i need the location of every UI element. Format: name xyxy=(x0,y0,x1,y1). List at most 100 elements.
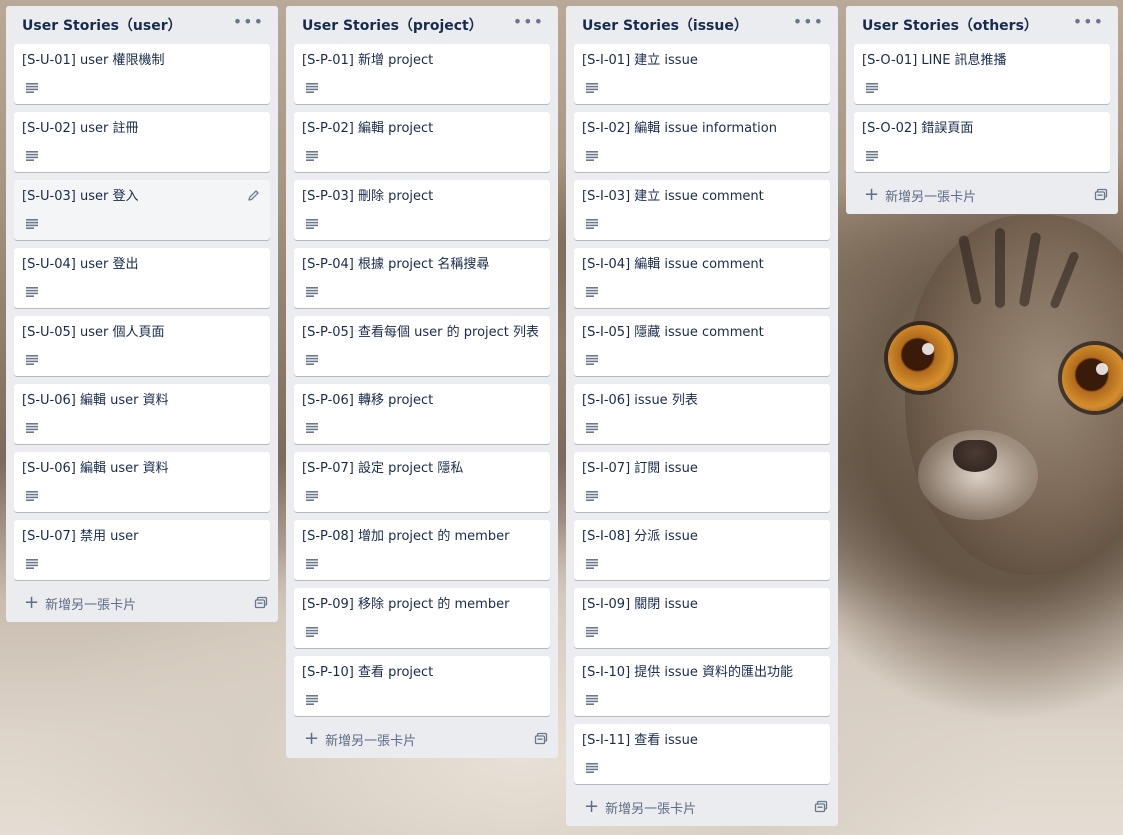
card[interactable]: [S-U-04] user 登出 xyxy=(14,248,270,308)
card[interactable]: [S-U-06] 編輯 user 資料 xyxy=(14,452,270,512)
list-project: User Stories（project） ••• [S-P-01] 新增 proj… xyxy=(286,6,558,758)
card[interactable]: [S-I-11] 查看 issue xyxy=(574,724,830,784)
description-lines-icon xyxy=(586,489,598,501)
description-lines-icon xyxy=(26,149,38,161)
card-title: [S-O-02] 錯誤頁面 xyxy=(862,121,974,136)
description-lines-icon xyxy=(586,149,598,161)
card-title: [S-I-07] 訂閱 issue xyxy=(582,461,698,476)
card[interactable]: [S-U-01] user 權限機制 xyxy=(14,44,270,104)
description-lines-icon xyxy=(306,489,318,501)
card[interactable]: [S-U-02] user 註冊 xyxy=(14,112,270,172)
card[interactable]: [S-P-06] 轉移 project xyxy=(294,384,550,444)
card[interactable]: [S-O-01] LINE 訊息推播 xyxy=(854,44,1110,104)
card-title: [S-P-08] 增加 project 的 member xyxy=(302,529,510,544)
card-title: [S-I-02] 編輯 issue information xyxy=(582,121,777,136)
card[interactable]: [S-I-10] 提供 issue 資料的匯出功能 xyxy=(574,656,830,716)
card[interactable]: [S-U-06] 編輯 user 資料 xyxy=(14,384,270,444)
card[interactable]: [S-P-01] 新增 project xyxy=(294,44,550,104)
card[interactable]: [S-P-10] 查看 project xyxy=(294,656,550,716)
description-lines-icon xyxy=(586,693,598,705)
card[interactable]: [S-I-07] 訂閱 issue xyxy=(574,452,830,512)
list-header: User Stories（project） ••• xyxy=(294,6,550,44)
plus-icon: + xyxy=(864,184,880,205)
card-title: [S-I-11] 查看 issue xyxy=(582,733,698,748)
card[interactable]: [S-P-09] 移除 project 的 member xyxy=(294,588,550,648)
description-lines-icon xyxy=(306,217,318,229)
card[interactable]: [S-P-04] 根據 project 名稱搜尋 xyxy=(294,248,550,308)
add-card-button[interactable]: + 新增另一張卡片 xyxy=(24,594,136,613)
plus-icon: + xyxy=(24,592,40,613)
list-header: User Stories（issue） ••• xyxy=(574,6,830,44)
card[interactable]: [S-I-03] 建立 issue comment xyxy=(574,180,830,240)
card-template-icon[interactable] xyxy=(814,800,828,814)
ellipsis-icon[interactable]: ••• xyxy=(513,14,544,36)
card-title: [S-I-10] 提供 issue 資料的匯出功能 xyxy=(582,665,793,680)
card[interactable]: [S-I-02] 編輯 issue information xyxy=(574,112,830,172)
card[interactable]: [S-I-09] 關閉 issue xyxy=(574,588,830,648)
description-lines-icon xyxy=(306,81,318,93)
cat-stripe xyxy=(957,234,983,306)
card[interactable]: [S-U-03] user 登入 xyxy=(14,180,270,240)
list-title[interactable]: User Stories（issue） xyxy=(582,15,748,35)
description-lines-icon xyxy=(26,217,38,229)
card-template-icon[interactable] xyxy=(534,732,548,746)
cat-stripe xyxy=(995,228,1005,308)
card-title: [S-U-06] 編輯 user 資料 xyxy=(22,393,169,408)
description-lines-icon xyxy=(306,353,318,365)
description-lines-icon xyxy=(26,557,38,569)
card[interactable]: [S-U-05] user 個人頁面 xyxy=(14,316,270,376)
list-title[interactable]: User Stories（user） xyxy=(22,15,182,35)
card-title: [S-I-05] 隱藏 issue comment xyxy=(582,325,764,340)
description-lines-icon xyxy=(26,285,38,297)
description-lines-icon xyxy=(586,285,598,297)
description-lines-icon xyxy=(306,421,318,433)
cat-photo-head xyxy=(905,215,1123,575)
list-footer: + 新增另一張卡片 xyxy=(14,584,270,622)
cat-stripe xyxy=(1049,250,1080,310)
list-title[interactable]: User Stories（project） xyxy=(302,15,483,35)
ellipsis-icon[interactable]: ••• xyxy=(793,14,824,36)
card[interactable]: [S-I-01] 建立 issue xyxy=(574,44,830,104)
ellipsis-icon[interactable]: ••• xyxy=(1073,14,1104,36)
description-lines-icon xyxy=(26,353,38,365)
card[interactable]: [S-I-04] 編輯 issue comment xyxy=(574,248,830,308)
card-title: [S-P-06] 轉移 project xyxy=(302,393,434,408)
card-title: [S-U-01] user 權限機制 xyxy=(22,53,165,68)
add-card-label: 新增另一張卡片 xyxy=(325,733,417,749)
ellipsis-icon[interactable]: ••• xyxy=(233,14,264,36)
description-lines-icon xyxy=(26,81,38,93)
add-card-button[interactable]: + 新增另一張卡片 xyxy=(584,798,696,817)
plus-icon: + xyxy=(584,796,600,817)
card[interactable]: [S-U-07] 禁用 user xyxy=(14,520,270,580)
card-title: [S-P-04] 根據 project 名稱搜尋 xyxy=(302,257,490,272)
card[interactable]: [S-P-07] 設定 project 隱私 xyxy=(294,452,550,512)
card-title: [S-I-03] 建立 issue comment xyxy=(582,189,764,204)
card-title: [S-I-01] 建立 issue xyxy=(582,53,698,68)
card[interactable]: [S-I-05] 隱藏 issue comment xyxy=(574,316,830,376)
description-lines-icon xyxy=(586,217,598,229)
card[interactable]: [S-P-05] 查看每個 user 的 project 列表 xyxy=(294,316,550,376)
card-template-icon[interactable] xyxy=(254,596,268,610)
description-lines-icon xyxy=(586,421,598,433)
card-title: [S-I-09] 關閉 issue xyxy=(582,597,698,612)
card[interactable]: [S-P-02] 編輯 project xyxy=(294,112,550,172)
card[interactable]: [S-I-08] 分派 issue xyxy=(574,520,830,580)
list-footer: + 新增另一張卡片 xyxy=(294,720,550,758)
description-lines-icon xyxy=(306,285,318,297)
card-title: [S-U-04] user 登出 xyxy=(22,257,139,272)
list-others: User Stories（others） ••• [S-O-01] LINE 訊息推… xyxy=(846,6,1118,214)
pencil-icon[interactable] xyxy=(247,189,260,202)
description-lines-icon xyxy=(866,81,878,93)
add-card-button[interactable]: + 新增另一張卡片 xyxy=(304,730,416,749)
description-lines-icon xyxy=(26,489,38,501)
card[interactable]: [S-P-03] 刪除 project xyxy=(294,180,550,240)
list-title[interactable]: User Stories（others） xyxy=(862,15,1038,35)
card-title: [S-P-03] 刪除 project xyxy=(302,189,434,204)
card-title: [S-P-05] 查看每個 user 的 project 列表 xyxy=(302,325,540,340)
add-card-button[interactable]: + 新增另一張卡片 xyxy=(864,186,976,205)
card[interactable]: [S-P-08] 增加 project 的 member xyxy=(294,520,550,580)
description-lines-icon xyxy=(306,149,318,161)
card[interactable]: [S-I-06] issue 列表 xyxy=(574,384,830,444)
card[interactable]: [S-O-02] 錯誤頁面 xyxy=(854,112,1110,172)
card-template-icon[interactable] xyxy=(1094,188,1108,202)
